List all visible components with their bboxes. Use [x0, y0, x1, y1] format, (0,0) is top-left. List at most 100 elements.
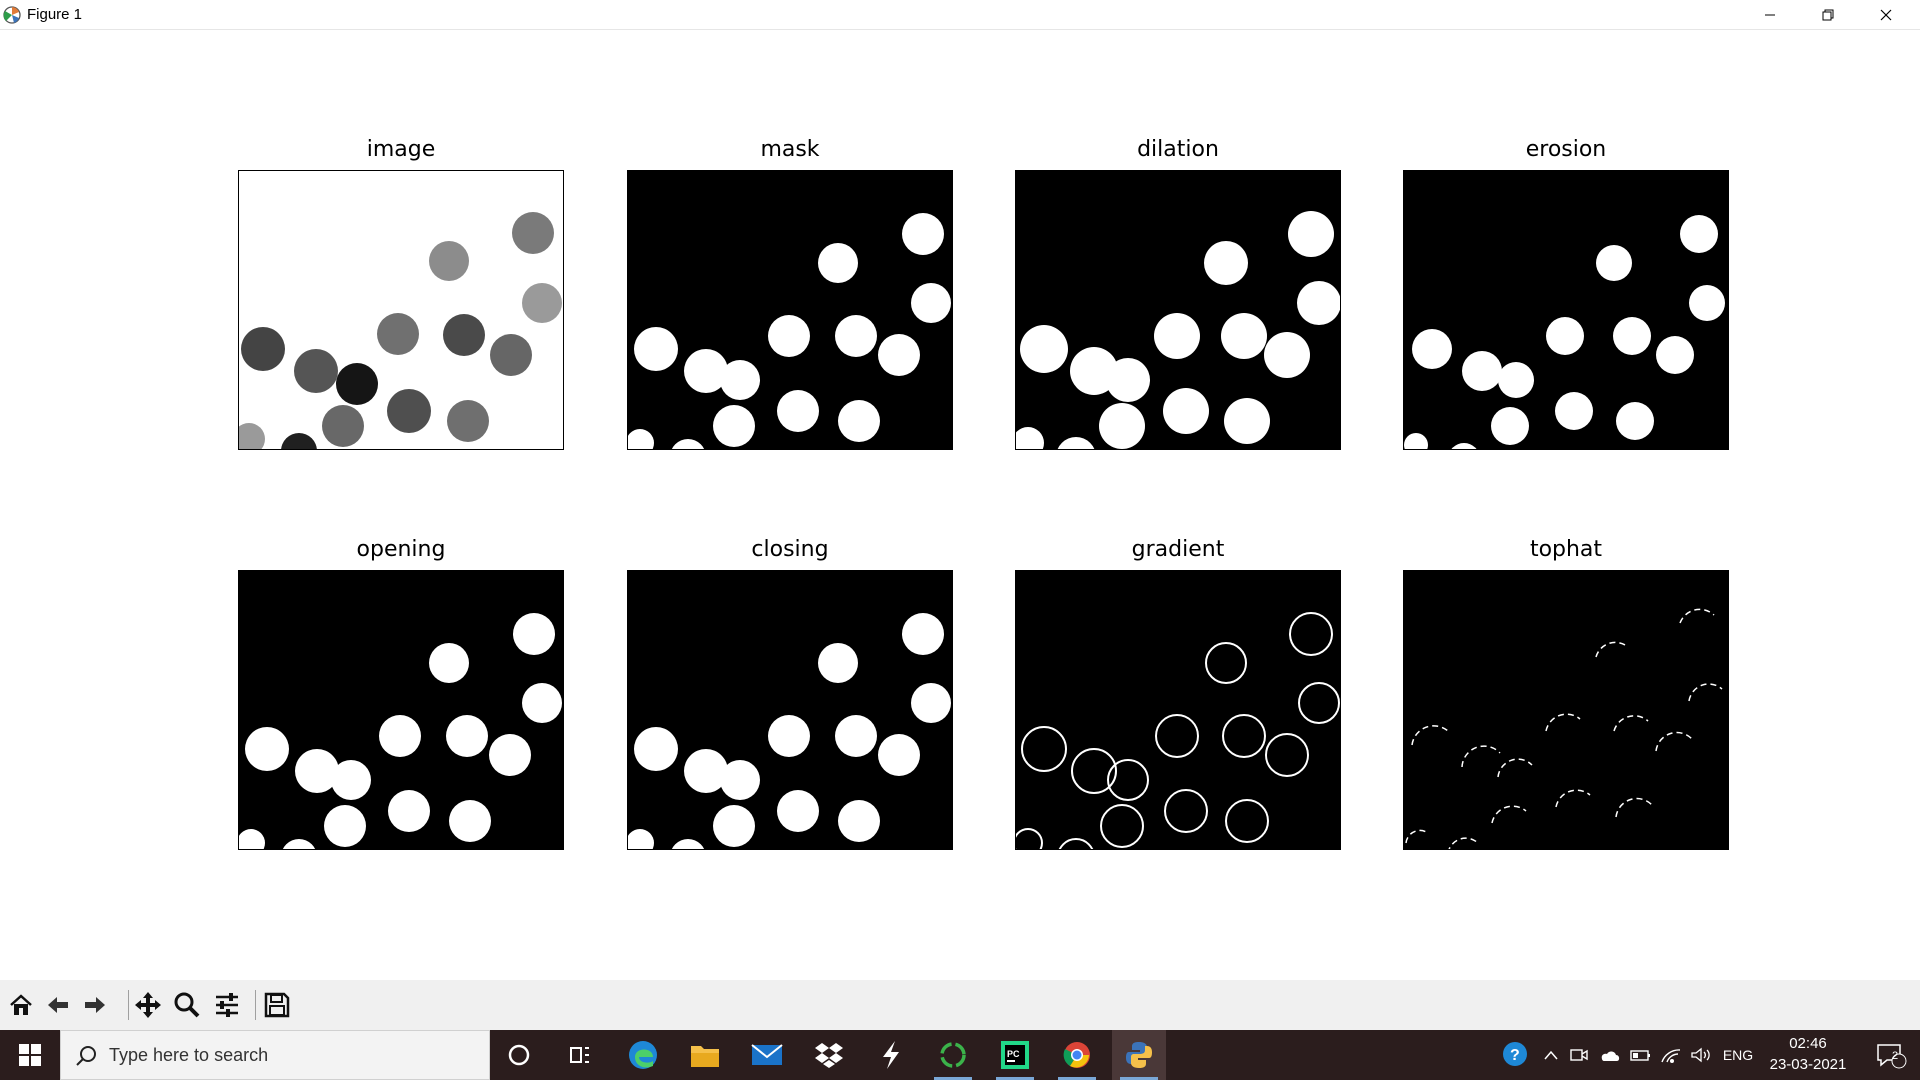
toolbar-separator: [128, 990, 129, 1020]
taskbar-app-bolt[interactable]: [864, 1030, 918, 1080]
start-button[interactable]: [0, 1030, 60, 1080]
cortana-icon: [508, 1044, 530, 1066]
zoom-button[interactable]: [170, 988, 204, 1022]
help-icon: ?: [1503, 1042, 1527, 1066]
clock-time[interactable]: 02:46: [1760, 1035, 1856, 1052]
closing-axes: [627, 570, 953, 850]
restore-icon: [1822, 9, 1834, 20]
erosion-image: [1404, 215, 1725, 449]
subplot-title: closing: [751, 537, 829, 562]
closing-image: [628, 613, 951, 849]
opening-axes: [238, 570, 564, 850]
window-title-bar: Figure 1: [0, 0, 1920, 30]
tophat-axes: [1403, 570, 1729, 850]
taskbar-python[interactable]: [1112, 1030, 1166, 1080]
chrome-icon: [1063, 1042, 1090, 1068]
dilation-image: [1016, 211, 1340, 449]
pan-button[interactable]: [131, 988, 165, 1022]
refresh-ring-icon: [940, 1042, 966, 1068]
taskbar-search-box[interactable]: Type here to search: [60, 1030, 490, 1080]
edge-icon: [629, 1041, 657, 1069]
cloud-icon: [1601, 1051, 1620, 1061]
taskbar-edge[interactable]: [616, 1030, 670, 1080]
search-icon: [76, 1046, 96, 1066]
camera-icon: [1570, 1049, 1588, 1061]
home-icon: [10, 994, 32, 1015]
forward-button[interactable]: [78, 988, 112, 1022]
tray-wifi[interactable]: [1658, 1030, 1684, 1080]
notification-icon: [1877, 1044, 1907, 1069]
back-button[interactable]: [41, 988, 75, 1022]
grayscale-balls-image: [239, 212, 562, 449]
taskbar-app-ring[interactable]: [926, 1030, 980, 1080]
tophat-image: [1405, 608, 1723, 849]
speaker-icon: [1691, 1047, 1710, 1063]
opening-image: [239, 613, 562, 849]
navigation-toolbar: [0, 980, 1920, 1030]
close-button[interactable]: [1857, 0, 1915, 29]
save-button[interactable]: [260, 988, 294, 1022]
configure-subplots-icon: [216, 993, 238, 1017]
chevron-up-icon: [1544, 1050, 1558, 1060]
cortana-button[interactable]: [492, 1030, 546, 1080]
dropbox-icon: [815, 1043, 843, 1068]
bolt-icon: [883, 1041, 899, 1069]
subplot-title: erosion: [1525, 137, 1607, 162]
restore-button[interactable]: [1799, 0, 1857, 29]
svg-text:PC: PC: [1007, 1049, 1020, 1059]
action-center-button[interactable]: 2: [1862, 1030, 1920, 1080]
tray-overflow[interactable]: [1538, 1030, 1564, 1080]
battery-icon: [1630, 1050, 1650, 1061]
back-icon: [48, 997, 68, 1013]
gradient-image: [1016, 612, 1340, 849]
gradient-axes: [1015, 570, 1341, 850]
windows-logo-icon: [19, 1044, 41, 1066]
close-icon: [1880, 9, 1892, 20]
mail-icon: [751, 1044, 783, 1065]
taskbar-chrome[interactable]: [1050, 1030, 1104, 1080]
tray-meet-now[interactable]: [1566, 1030, 1592, 1080]
figure-canvas[interactable]: image mask dilation erosion opening clos…: [0, 30, 1920, 980]
configure-subplots-button[interactable]: [210, 988, 244, 1022]
dilation-axes: [1015, 170, 1341, 450]
minimize-button[interactable]: [1741, 0, 1799, 29]
minimize-icon: [1765, 14, 1775, 15]
svg-text:?: ?: [1510, 1047, 1520, 1064]
windows-taskbar: Type here to search PC ? ENG 02:46 23-03…: [0, 1030, 1920, 1080]
task-view-icon: [570, 1047, 589, 1063]
image-axes: [238, 170, 564, 450]
mask-image: [628, 213, 951, 449]
pan-icon: [135, 992, 161, 1018]
zoom-icon: [174, 992, 200, 1018]
subplot-title: opening: [356, 537, 446, 562]
subplot-title: mask: [760, 137, 820, 162]
search-placeholder: Type here to search: [109, 1045, 269, 1065]
taskbar-mail[interactable]: [740, 1030, 794, 1080]
subplot-title: image: [366, 137, 436, 162]
subplot-title: tophat: [1529, 537, 1603, 562]
taskbar-dropbox[interactable]: [802, 1030, 856, 1080]
pycharm-icon: PC: [1001, 1041, 1029, 1069]
forward-icon: [85, 997, 105, 1013]
save-icon: [264, 992, 290, 1018]
erosion-axes: [1403, 170, 1729, 450]
tray-onedrive[interactable]: [1596, 1030, 1624, 1080]
subplot-title: gradient: [1131, 537, 1225, 562]
folder-icon: [691, 1046, 719, 1067]
taskbar-file-explorer[interactable]: [678, 1030, 732, 1080]
matplotlib-icon: [3, 6, 21, 24]
mask-axes: [627, 170, 953, 450]
taskbar-pycharm[interactable]: PC: [988, 1030, 1042, 1080]
tray-volume[interactable]: [1688, 1030, 1714, 1080]
toolbar-separator: [255, 990, 256, 1020]
clock-date[interactable]: 23-03-2021: [1760, 1056, 1856, 1073]
tray-help[interactable]: ?: [1498, 1030, 1534, 1080]
python-icon: [1126, 1042, 1152, 1068]
tray-battery[interactable]: [1628, 1030, 1654, 1080]
wifi-icon: [1661, 1049, 1681, 1063]
home-button[interactable]: [4, 988, 38, 1022]
notification-count: 2: [1892, 1050, 1899, 1062]
window-title: Figure 1: [27, 6, 83, 23]
tray-language[interactable]: ENG: [1718, 1030, 1758, 1080]
task-view-button[interactable]: [553, 1030, 607, 1080]
